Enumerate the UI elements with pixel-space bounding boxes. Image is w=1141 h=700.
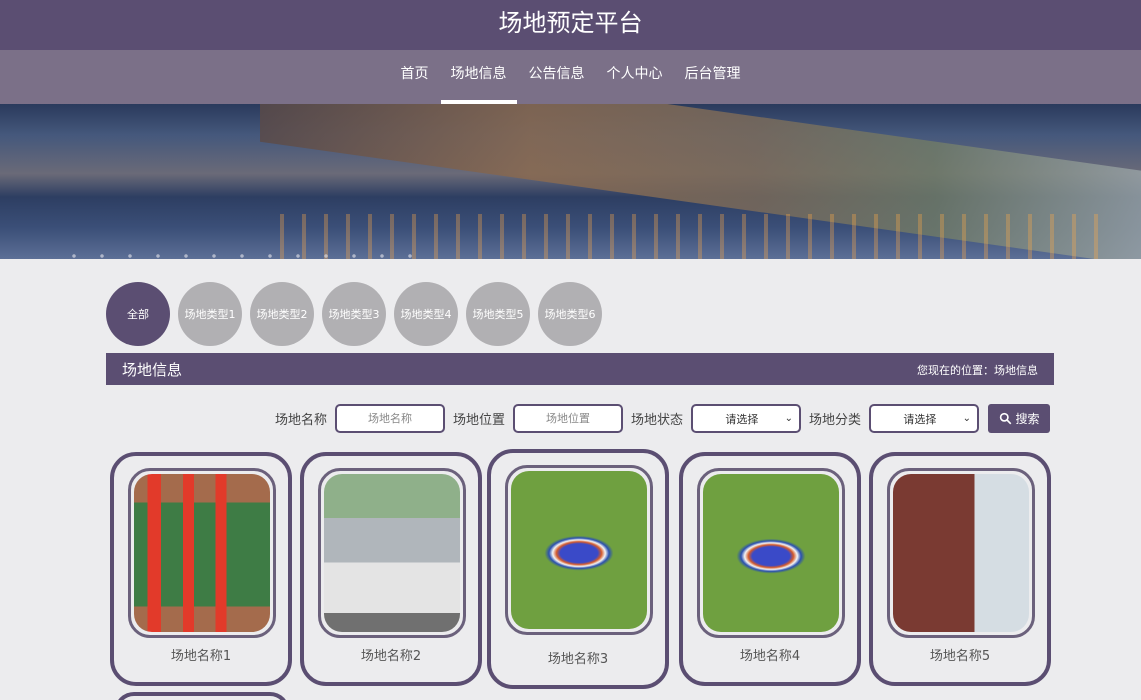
venue-image-frame (697, 468, 845, 638)
venue-category-label: 场地分类 (809, 413, 862, 428)
venue-name[interactable]: 场地名称5 (873, 645, 1047, 664)
venue-image[interactable] (324, 474, 460, 632)
search-filters: 场地名称 场地位置 场地状态 请选择 ⌄ 场地分类 请选择 ⌄ 搜索 (275, 404, 1051, 433)
section-header: 场地信息 您现在的位置：场地信息 (106, 353, 1054, 385)
venue-card[interactable]: 场地名称2 (300, 452, 482, 686)
venue-name[interactable]: 场地名称4 (683, 645, 857, 664)
venue-location-input[interactable] (513, 404, 624, 433)
search-icon (999, 412, 1011, 425)
hero-banner (0, 104, 1141, 259)
venue-card[interactable]: 场地名称5 (869, 452, 1051, 686)
venue-image-frame (505, 465, 653, 635)
venue-image[interactable] (134, 474, 270, 632)
venue-image-frame (887, 468, 1035, 638)
search-button[interactable]: 搜索 (988, 404, 1051, 433)
venue-image-frame (128, 468, 276, 638)
venue-category-value: 请选择 (903, 412, 937, 426)
section-title: 场地信息 (122, 361, 183, 379)
nav-home[interactable]: 首页 (391, 50, 439, 104)
venue-name[interactable]: 场地名称3 (491, 648, 665, 667)
venue-image[interactable] (703, 474, 839, 632)
search-button-label: 搜索 (1015, 412, 1040, 426)
venue-name[interactable]: 场地名称2 (304, 645, 478, 664)
nav-admin[interactable]: 后台管理 (675, 50, 751, 104)
venue-name-input[interactable] (335, 404, 446, 433)
venue-status-label: 场地状态 (631, 413, 684, 428)
nav-venue-info[interactable]: 场地信息 (440, 50, 517, 104)
chevron-down-icon: ⌄ (784, 413, 794, 424)
category-type-3[interactable]: 场地类型3 (322, 282, 386, 346)
venue-status-select[interactable]: 请选择 ⌄ (691, 404, 802, 433)
category-type-1[interactable]: 场地类型1 (178, 282, 242, 346)
category-type-2[interactable]: 场地类型2 (250, 282, 314, 346)
venue-card[interactable]: 场地名称1 (110, 452, 292, 686)
chevron-down-icon: ⌄ (962, 413, 972, 424)
category-type-5[interactable]: 场地类型5 (466, 282, 530, 346)
venue-category-select[interactable]: 请选择 ⌄ (869, 404, 980, 433)
venue-card[interactable]: 场地名称3 (487, 449, 669, 689)
category-all[interactable]: 全部 (106, 282, 170, 346)
venue-location-label: 场地位置 (453, 413, 506, 428)
venue-name[interactable]: 场地名称1 (114, 645, 288, 664)
venue-status-value: 请选择 (725, 412, 759, 426)
venue-card[interactable]: 场地名称4 (679, 452, 861, 686)
nav-announcements[interactable]: 公告信息 (519, 50, 595, 104)
site-title-bar: 场地预定平台 (0, 0, 1141, 50)
venue-card-next-row[interactable] (114, 692, 290, 700)
venue-name-label: 场地名称 (275, 413, 328, 428)
venue-image[interactable] (511, 471, 647, 629)
category-type-4[interactable]: 场地类型4 (394, 282, 458, 346)
nav-personal-center[interactable]: 个人中心 (597, 50, 673, 104)
venue-image[interactable] (893, 474, 1029, 632)
site-title: 场地预定平台 (498, 9, 643, 37)
venue-image-frame (318, 468, 466, 638)
category-type-6[interactable]: 场地类型6 (538, 282, 602, 346)
category-filter: 全部 场地类型1 场地类型2 场地类型3 场地类型4 场地类型5 场地类型6 (106, 282, 602, 346)
breadcrumb: 您现在的位置：场地信息 (917, 364, 1038, 377)
banner-boats (60, 244, 420, 259)
main-nav: 首页 场地信息 公告信息 个人中心 后台管理 (0, 50, 1141, 104)
